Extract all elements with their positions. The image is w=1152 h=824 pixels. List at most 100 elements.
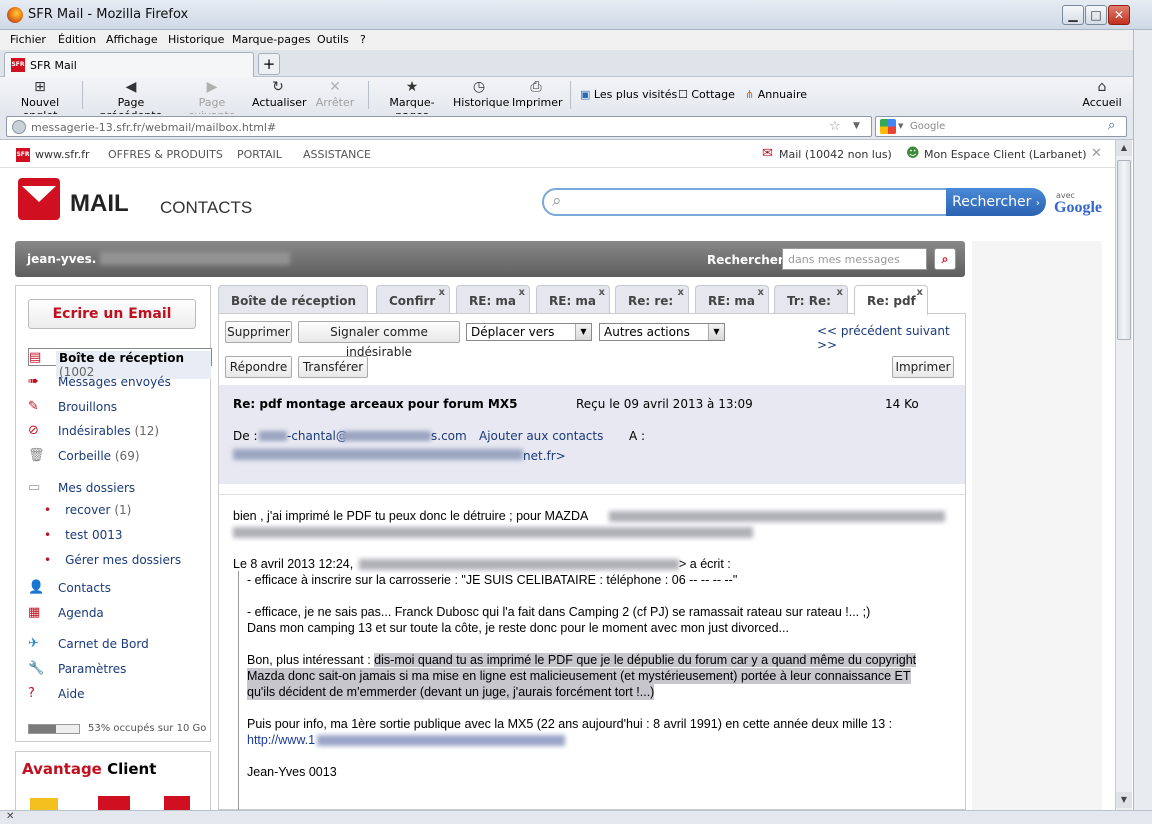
sender-address[interactable]: -chantal@	[287, 429, 348, 443]
bookmark-annuaire[interactable]: ⋔ Annuaire	[745, 88, 807, 101]
recipient-address[interactable]: net.fr>	[523, 449, 566, 463]
bookmark-cottage[interactable]: ☐ Cottage	[678, 88, 735, 101]
menu-help[interactable]: ?	[360, 33, 366, 46]
folder-drafts[interactable]: ✎ Brouillons	[28, 398, 212, 418]
menu-fichier[interactable]: Fichier	[10, 33, 46, 46]
nav-contacts[interactable]: 👤 Contacts	[28, 579, 212, 599]
tab-message-active[interactable]: Re: pdf x	[854, 285, 928, 315]
other-actions-select[interactable]: Autres actions ▼	[599, 323, 725, 341]
reload-label: Actualiser	[252, 96, 307, 109]
tab-message-1[interactable]: Confirr x	[376, 285, 450, 314]
assistance-link[interactable]: ASSISTANCE	[303, 148, 371, 161]
tab-close-icon[interactable]: x	[837, 287, 843, 298]
manage-folders-link[interactable]: Gérer mes dossiers	[44, 553, 181, 567]
print-message-button[interactable]: Imprimer	[892, 356, 954, 378]
avantage-client-box[interactable]: Avantage Client	[15, 751, 211, 810]
sfr-home-link[interactable]: www.sfr.fr	[35, 148, 89, 161]
tab-message-6[interactable]: Tr: Re: x	[774, 285, 848, 314]
move-to-select[interactable]: Déplacer vers ▼	[466, 323, 592, 341]
nav-aide[interactable]: ? Aide	[28, 685, 212, 705]
plus-icon: ⊞	[34, 79, 46, 95]
offres-link[interactable]: OFFRES & PRODUITS	[108, 148, 223, 161]
toolbar-separator	[570, 81, 571, 109]
tab-message-5[interactable]: RE: ma x	[695, 285, 769, 314]
report-spam-button[interactable]: Signaler comme indésirable	[298, 321, 460, 359]
tab-close-icon[interactable]: x	[678, 287, 684, 298]
stop-button[interactable]: ✕ Arrêter	[312, 79, 358, 109]
tab-label: Re: pdf	[867, 294, 916, 308]
page-scrollbar[interactable]: ▲ ▼	[1115, 140, 1132, 810]
mail-title[interactable]: MAIL	[70, 190, 129, 218]
browser-search-box[interactable]: ▼ Google ⌕	[875, 116, 1127, 137]
mail-search-input[interactable]: dans mes messages	[782, 248, 927, 270]
mail-search-go-button[interactable]: ⌕	[934, 248, 956, 270]
search-icon[interactable]: ⌕	[1108, 118, 1115, 133]
delete-button[interactable]: Supprimer	[225, 321, 292, 343]
reload-button[interactable]: ↻ Actualiser	[252, 79, 307, 109]
maximize-button[interactable]: □	[1085, 5, 1107, 25]
scroll-up-icon[interactable]: ▲	[1116, 140, 1132, 156]
reload-icon: ↻	[272, 79, 284, 95]
close-find-icon[interactable]: ✕	[6, 811, 14, 822]
engine-dropdown-icon[interactable]: ▼	[898, 122, 903, 130]
history-button[interactable]: ◷ Historique	[453, 79, 509, 109]
message-header: Re: pdf montage arceaux pour forum MX5 R…	[219, 385, 965, 484]
print-button[interactable]: ⎙ Imprimer	[512, 79, 563, 109]
body-link[interactable]: http://www.1	[247, 732, 315, 748]
reply-button[interactable]: Répondre	[225, 356, 292, 378]
espace-client-link[interactable]: Mon Espace Client (Larbanet)	[924, 148, 1087, 161]
tab-close-icon[interactable]: x	[917, 287, 923, 298]
add-to-contacts-link[interactable]: Ajouter aux contacts	[479, 429, 603, 443]
forward-message-button[interactable]: Transférer	[298, 356, 368, 378]
close-window-button[interactable]: ✕	[1108, 5, 1130, 25]
contacts-link[interactable]: CONTACTS	[160, 198, 252, 218]
tab-inbox[interactable]: Boîte de réception	[218, 285, 368, 314]
folder-label: Mes dossiers	[58, 481, 136, 495]
menu-historique[interactable]: Historique	[168, 33, 224, 46]
tab-close-icon[interactable]: x	[599, 287, 605, 298]
tab-message-3[interactable]: RE: ma x	[536, 285, 610, 314]
compose-button[interactable]: Ecrire un Email	[28, 299, 196, 329]
tab-close-icon[interactable]: x	[439, 287, 445, 298]
scroll-down-icon[interactable]: ▼	[1116, 792, 1132, 808]
new-tab-button[interactable]: +	[258, 53, 280, 75]
menu-affichage[interactable]: Affichage	[106, 33, 158, 46]
subfolder-recover[interactable]: recover (1)	[44, 503, 131, 517]
rechercher-button[interactable]: Rechercher ›	[946, 188, 1046, 216]
tab-message-2[interactable]: RE: ma x	[456, 285, 530, 314]
sender-domain[interactable]: s.com	[431, 429, 467, 443]
url-bar[interactable]: messagerie-13.sfr.fr/webmail/mailbox.htm…	[6, 116, 872, 137]
minimize-button[interactable]: ▁	[1062, 5, 1084, 25]
url-dropdown-icon[interactable]: ▼	[853, 121, 860, 131]
tab-message-4[interactable]: Re: re: x	[615, 285, 689, 314]
body-line: - efficace, je ne sais pas... Franck Dub…	[247, 605, 871, 619]
bookmark-most-visited[interactable]: ▣ Les plus visités	[580, 88, 677, 101]
close-icon[interactable]: ✕	[1091, 146, 1102, 161]
tab-close-icon[interactable]: x	[758, 287, 764, 298]
bookmark-star-icon[interactable]: ☆	[829, 119, 841, 134]
calendar-icon: ▦	[28, 605, 41, 620]
folder-trash[interactable]: 🗑 Corbeille (69)	[28, 447, 212, 467]
nav-agenda[interactable]: ▦ Agenda	[28, 604, 212, 624]
nav-parametres[interactable]: 🔧 Paramètres	[28, 660, 212, 680]
scrollbar-thumb[interactable]	[1117, 160, 1131, 340]
menu-edition[interactable]: Édition	[58, 33, 96, 46]
menu-marque-pages[interactable]: Marque-pages	[232, 33, 310, 46]
web-search-input[interactable]: ⌕	[542, 188, 948, 216]
subfolder-test-0013[interactable]: test 0013	[44, 528, 122, 542]
folder-my-folders[interactable]: ▭ Mes dossiers	[28, 479, 212, 499]
tab-close-icon[interactable]: x	[519, 287, 525, 298]
message-pager[interactable]: << précédent suivant >>	[817, 324, 965, 352]
folder-sent[interactable]: ➠ Messages envoyés	[28, 373, 212, 393]
folder-inbox[interactable]: ▤ Boîte de réception (1002	[28, 348, 212, 379]
user-bar: jean-yves. Rechercher dans mes messages …	[15, 241, 965, 277]
portail-link[interactable]: PORTAIL	[237, 148, 282, 161]
to-label: A :	[629, 429, 646, 443]
menu-outils[interactable]: Outils	[317, 33, 349, 46]
mail-unread-link[interactable]: Mail (10042 non lus)	[779, 148, 892, 161]
home-button[interactable]: ⌂ Accueil	[1082, 79, 1122, 109]
folder-spam[interactable]: ⊘ Indésirables (12)	[28, 422, 212, 442]
nav-carnet-de-bord[interactable]: ✈ Carnet de Bord	[28, 635, 212, 655]
site-top-nav: SFR www.sfr.fr OFFRES & PRODUITS PORTAIL…	[0, 140, 1115, 168]
browser-tab-sfr-mail[interactable]: SFR SFR Mail	[4, 52, 254, 77]
